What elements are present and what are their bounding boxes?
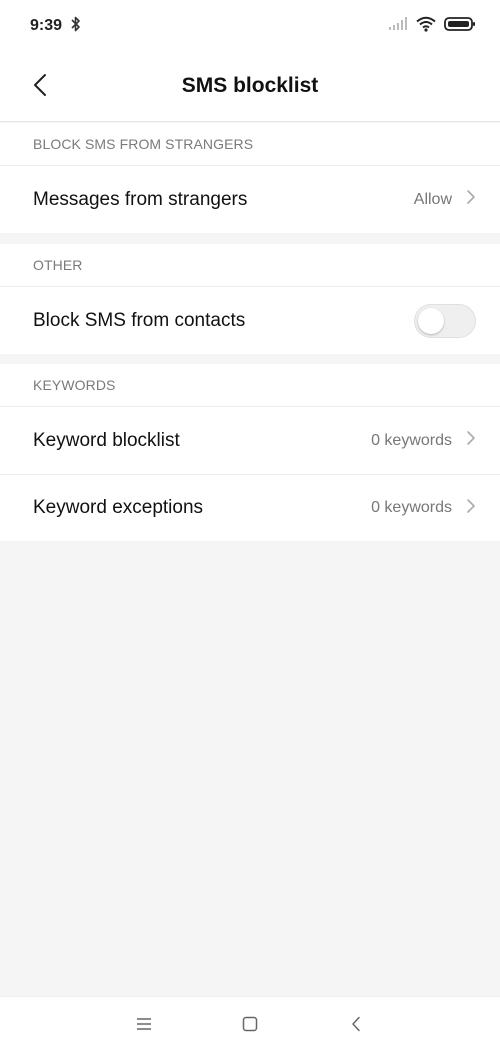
system-back-button[interactable] (344, 1015, 368, 1039)
row-value: Allow (413, 190, 452, 208)
block-contacts-toggle[interactable] (414, 303, 476, 338)
row-label: Keyword blocklist (33, 429, 180, 451)
row-right: 0 keywords (371, 498, 476, 519)
status-right (388, 16, 476, 37)
row-right: 0 keywords (371, 430, 476, 451)
app-header: SMS blocklist (0, 52, 500, 122)
row-value: 0 keywords (371, 431, 452, 449)
signal-icon (388, 16, 408, 36)
row-label: Keyword exceptions (33, 497, 204, 518)
section-header-other: OTHER (0, 244, 500, 287)
home-button[interactable] (238, 1015, 262, 1039)
row-label: Block SMS from contacts (33, 309, 246, 331)
row-label: Messages from strangers (33, 188, 248, 210)
block-sms-from-contacts-row[interactable]: Block SMS from contacts (0, 287, 500, 354)
chevron-right-icon (466, 498, 476, 519)
section-header-strangers: BLOCK SMS FROM STRANGERS (0, 123, 500, 166)
page-title: SMS blocklist (181, 74, 319, 97)
section-keywords: KEYWORDS Keyword blocklist 0 keywords Ke… (0, 364, 500, 541)
row-value: 0 keywords (371, 499, 452, 516)
row-right: Allow (414, 189, 476, 210)
keyword-blocklist-row[interactable]: Keyword blocklist 0 keywords (0, 407, 500, 474)
back-icon (351, 1016, 361, 1037)
chevron-right-icon (466, 189, 476, 210)
section-other: OTHER Block SMS from contacts (0, 244, 500, 354)
sms-blocklist-screen: 9:39 SMS blocklist BLOCK SMS FROM STRANG… (0, 0, 500, 1056)
status-bar: 9:39 (0, 0, 500, 52)
bluetooth-icon (70, 16, 82, 37)
keyword-exceptions-row[interactable]: Keyword exceptions 0 keywords (0, 474, 500, 541)
messages-from-strangers-row[interactable]: Messages from strangers Allow (0, 166, 500, 233)
section-strangers: BLOCK SMS FROM STRANGERS Messages from s… (0, 123, 500, 233)
status-time: 9:39 (30, 17, 63, 34)
battery-icon (444, 16, 476, 37)
home-icon (242, 1016, 258, 1037)
section-header-keywords: KEYWORDS (0, 364, 500, 407)
status-left: 9:39 (30, 16, 82, 37)
menu-button[interactable] (132, 1015, 156, 1039)
toggle-knob (418, 307, 444, 334)
menu-icon (136, 1017, 152, 1036)
system-nav-bar (0, 996, 500, 1056)
chevron-right-icon (466, 430, 476, 451)
wifi-icon (416, 16, 436, 37)
